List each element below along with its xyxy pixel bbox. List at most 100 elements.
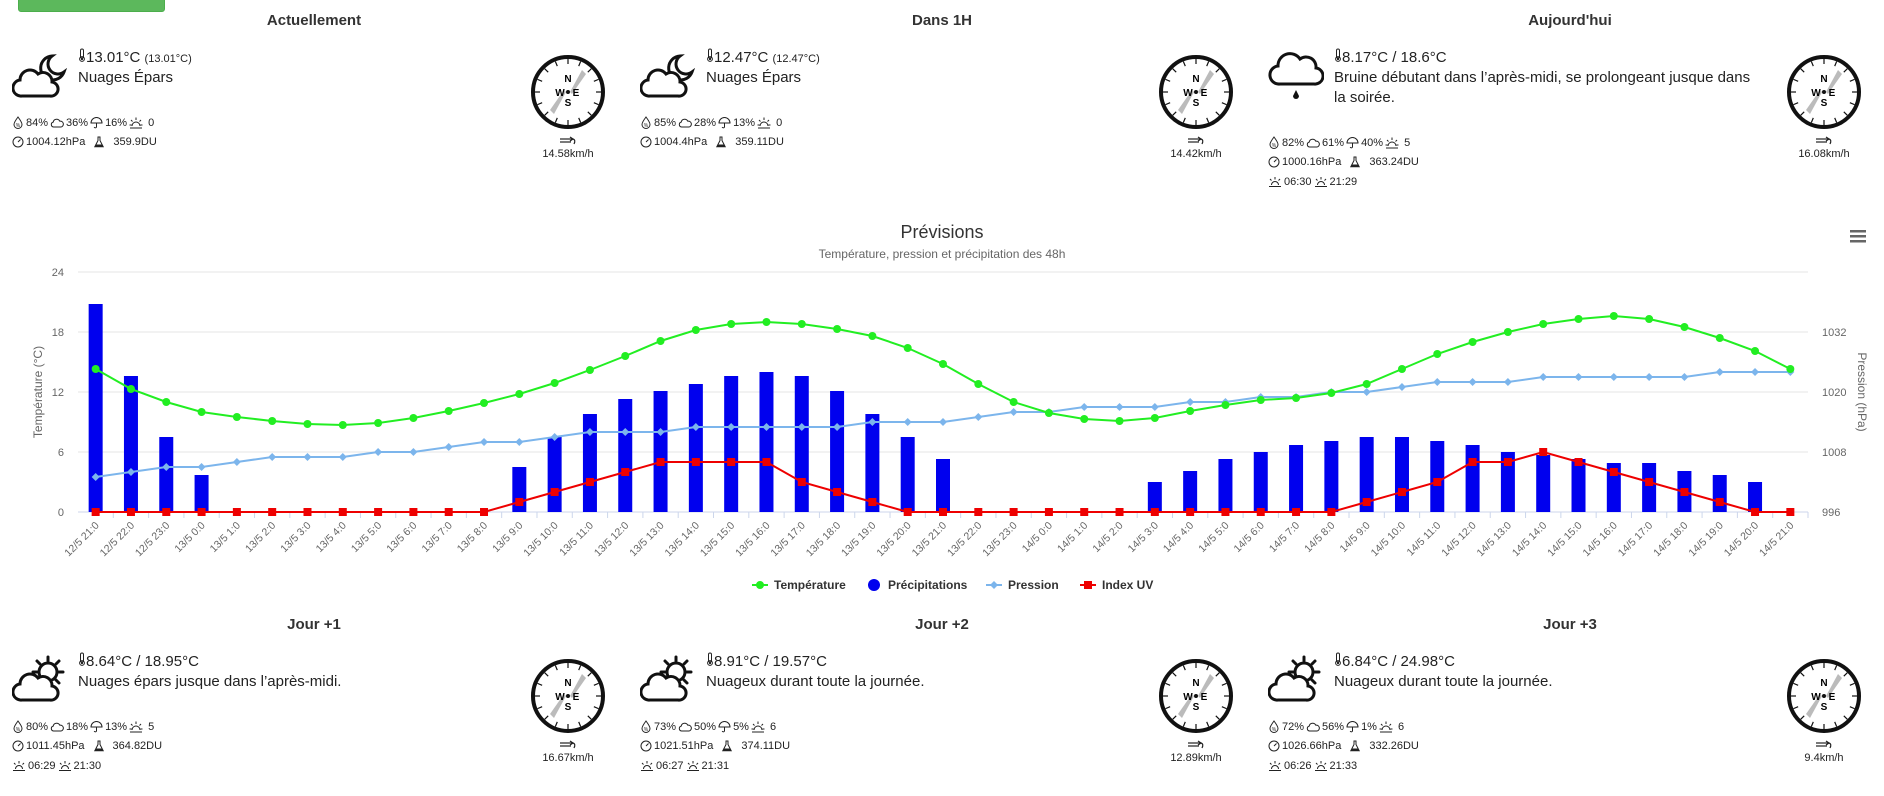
- data-point: [656, 337, 665, 345]
- precip-bar: [759, 372, 774, 512]
- ozone-flask-icon: [93, 740, 105, 752]
- svg-text:W: W: [1183, 692, 1193, 703]
- x-tick-label: 13/5 2:0: [243, 520, 278, 555]
- partly-cloudy-day-icon: [1267, 654, 1326, 704]
- thermometer-icon: [706, 652, 714, 670]
- compass-icon: N S W E: [1159, 55, 1233, 129]
- wind-icon: [1151, 740, 1241, 750]
- umbrella-icon: [90, 720, 103, 732]
- wind-speed-value: 12.89km/h: [1170, 752, 1222, 764]
- temperature-readout: 8.17°C / 18.6°C: [1334, 48, 1447, 66]
- humidity-value: 80%: [26, 720, 49, 733]
- y-left-tick-label: 0: [58, 507, 64, 519]
- legend-item[interactable]: Pression: [986, 578, 1059, 592]
- cloud-cover-value: 50%: [694, 720, 717, 733]
- data-point: [1645, 373, 1654, 381]
- sunrise-icon: [1268, 760, 1282, 772]
- cloud-cover-icon: [1306, 137, 1320, 149]
- legend-label[interactable]: Pression: [1008, 578, 1059, 592]
- pressure-value: 1021.51hPa: [654, 740, 714, 753]
- y-left-tick-label: 12: [52, 387, 64, 399]
- humidity-value: 84%: [26, 116, 49, 129]
- y-right-tick-label: 1020: [1822, 387, 1846, 399]
- legend-label[interactable]: Précipitations: [888, 578, 968, 592]
- green-action-button[interactable]: [18, 0, 165, 12]
- pressure-value: 1004.12hPa: [26, 136, 86, 149]
- wind-speed: 12.89km/h: [1151, 740, 1241, 764]
- ozone-flask-icon: [1349, 156, 1361, 168]
- precip-bar: [1289, 445, 1304, 512]
- x-tick-label: 13/5 22:0: [945, 520, 985, 560]
- pressure-row: 1004.4hPa 359.11DU: [640, 136, 784, 148]
- x-tick-label: 13/5 13:0: [627, 520, 667, 560]
- precip-probability-value: 13%: [733, 116, 756, 129]
- data-point: [1539, 373, 1548, 381]
- x-tick-label: 13/5 10:0: [521, 520, 561, 560]
- drizzle-icon: [1268, 50, 1326, 100]
- x-tick-label: 13/5 17:0: [768, 520, 808, 560]
- data-point: [1362, 380, 1371, 388]
- precip-bar: [1183, 471, 1198, 512]
- uv-index-value: 5: [148, 720, 155, 733]
- humidity-icon: %: [12, 116, 24, 129]
- wind-speed: 16.67km/h: [523, 740, 613, 764]
- thermometer-icon: [78, 652, 86, 670]
- precip-bar: [794, 376, 809, 512]
- legend-item[interactable]: Température: [752, 578, 846, 592]
- uv-index-value: 5: [1404, 136, 1411, 149]
- cloud-cover-value: 36%: [66, 116, 89, 129]
- x-tick-label: 13/5 8:0: [455, 520, 490, 555]
- pressure-gauge-icon: [12, 136, 24, 148]
- svg-text:E: E: [573, 88, 580, 99]
- weather-summary: Nuages épars jusque dans l’après-midi.: [78, 673, 342, 690]
- data-point: [1715, 498, 1724, 506]
- data-point: [1009, 398, 1018, 406]
- data-point: [1751, 368, 1760, 376]
- data-point: [868, 332, 877, 340]
- x-tick-label: 14/5 18:0: [1651, 520, 1691, 560]
- wind-icon: [1151, 136, 1241, 146]
- legend-item[interactable]: Précipitations: [868, 578, 968, 592]
- x-tick-label: 13/5 21:0: [910, 520, 950, 560]
- y-right-tick-label: 1032: [1822, 327, 1846, 339]
- data-point: [1362, 388, 1371, 396]
- data-point: [91, 508, 100, 516]
- precip-probability-value: 16%: [105, 116, 128, 129]
- legend-label[interactable]: Température: [774, 578, 846, 592]
- partly-cloudy-night-icon: [11, 50, 70, 100]
- panel-title: Dans 1H: [911, 12, 973, 29]
- data-point: [1327, 508, 1336, 516]
- data-point: [1503, 378, 1512, 386]
- x-tick-label: 14/5 21:0: [1757, 520, 1797, 560]
- x-tick-label: 13/5 5:0: [349, 520, 384, 555]
- ozone-value: 364.82DU: [112, 740, 163, 753]
- legend-label[interactable]: Index UV: [1102, 578, 1153, 592]
- data-point: [1150, 508, 1159, 516]
- conditions-row: % 82% 61% 40% 5: [1268, 136, 1410, 149]
- forecast-panel: Jour +2 8.91°C / 19.57°C Nuageux durant t…: [628, 616, 1256, 796]
- data-point: [1292, 394, 1301, 402]
- legend-item[interactable]: Index UV: [1080, 578, 1153, 592]
- weather-summary: Nuages Épars: [78, 69, 174, 86]
- precip-bar: [724, 376, 739, 512]
- svg-text:W: W: [1183, 88, 1193, 99]
- sun-times-row: 06:27 21:31: [640, 760, 729, 772]
- data-point: [338, 508, 347, 516]
- data-point: [797, 320, 806, 328]
- chart-menu-icon[interactable]: [1848, 226, 1868, 246]
- data-point: [1645, 315, 1654, 323]
- data-point: [585, 366, 594, 374]
- thermometer-icon: [1334, 48, 1342, 66]
- precip-bar: [1430, 441, 1445, 512]
- sunrise-icon: [1268, 176, 1282, 188]
- x-tick-label: 13/5 1:0: [208, 520, 243, 555]
- x-tick-label: 14/5 3:0: [1126, 520, 1161, 555]
- data-point: [762, 458, 771, 466]
- data-point: [1080, 508, 1089, 516]
- data-point: [1115, 417, 1124, 425]
- weather-summary: Bruine débutant dans l’après-midi, se pr…: [1334, 69, 1751, 106]
- precip-probability-value: 40%: [1361, 136, 1384, 149]
- x-tick-label: 13/5 6:0: [384, 520, 419, 555]
- sunrise-time: 06:29: [28, 760, 56, 773]
- svg-text:W: W: [1811, 692, 1821, 703]
